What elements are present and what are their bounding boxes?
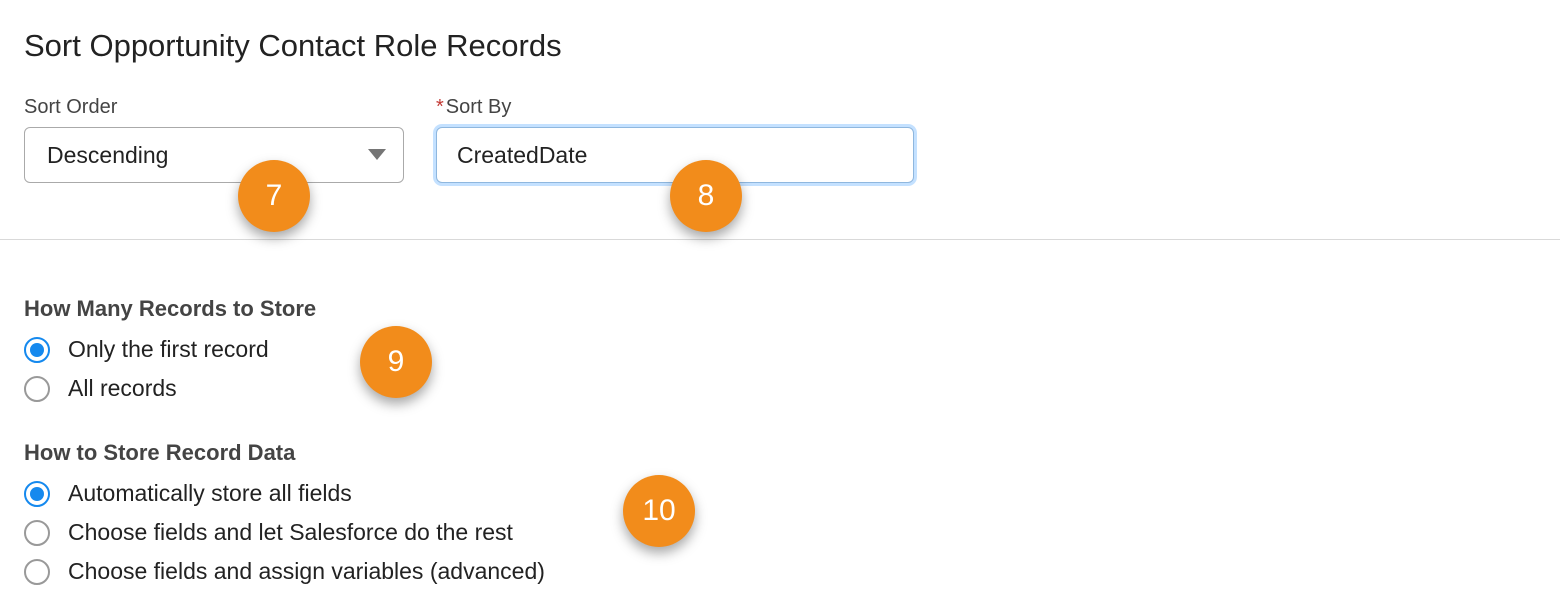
how-many-section: How Many Records to Store Only the first… <box>24 296 1536 402</box>
how-store-radio-group: Automatically store all fields Choose fi… <box>24 480 1536 585</box>
required-star: * <box>436 96 444 118</box>
how-many-radio-group: Only the first record All records <box>24 336 1536 402</box>
sort-by-input[interactable] <box>436 127 914 183</box>
radio-icon <box>24 481 50 507</box>
callout-7: 7 <box>238 160 310 232</box>
radio-choose-fields[interactable]: Choose fields and let Salesforce do the … <box>24 519 1536 546</box>
callout-8: 8 <box>670 160 742 232</box>
radio-label: Choose fields and assign variables (adva… <box>68 558 545 585</box>
radio-only-first[interactable]: Only the first record <box>24 336 1536 363</box>
how-store-section: How to Store Record Data Automatically s… <box>24 440 1536 585</box>
sort-by-group: *Sort By <box>436 96 914 183</box>
radio-choose-assign[interactable]: Choose fields and assign variables (adva… <box>24 558 1536 585</box>
sort-order-label: Sort Order <box>24 96 404 119</box>
radio-icon <box>24 337 50 363</box>
radio-auto-store[interactable]: Automatically store all fields <box>24 480 1536 507</box>
sort-by-label-text: Sort By <box>446 96 512 118</box>
radio-label: Choose fields and let Salesforce do the … <box>68 519 513 546</box>
sort-by-label: *Sort By <box>436 96 914 119</box>
sort-order-select[interactable]: Descending <box>24 127 404 183</box>
how-many-title: How Many Records to Store <box>24 296 1536 322</box>
callout-9: 9 <box>360 326 432 398</box>
radio-icon <box>24 559 50 585</box>
radio-label: Only the first record <box>68 336 269 363</box>
radio-icon <box>24 520 50 546</box>
section-divider <box>0 239 1560 240</box>
radio-label: All records <box>68 375 177 402</box>
radio-label: Automatically store all fields <box>68 480 352 507</box>
radio-all-records[interactable]: All records <box>24 375 1536 402</box>
section-title: Sort Opportunity Contact Role Records <box>24 28 1536 64</box>
radio-icon <box>24 376 50 402</box>
how-store-title: How to Store Record Data <box>24 440 1536 466</box>
callout-10: 10 <box>623 475 695 547</box>
sort-order-value: Descending <box>47 142 168 169</box>
sort-order-group: Sort Order Descending <box>24 96 404 183</box>
